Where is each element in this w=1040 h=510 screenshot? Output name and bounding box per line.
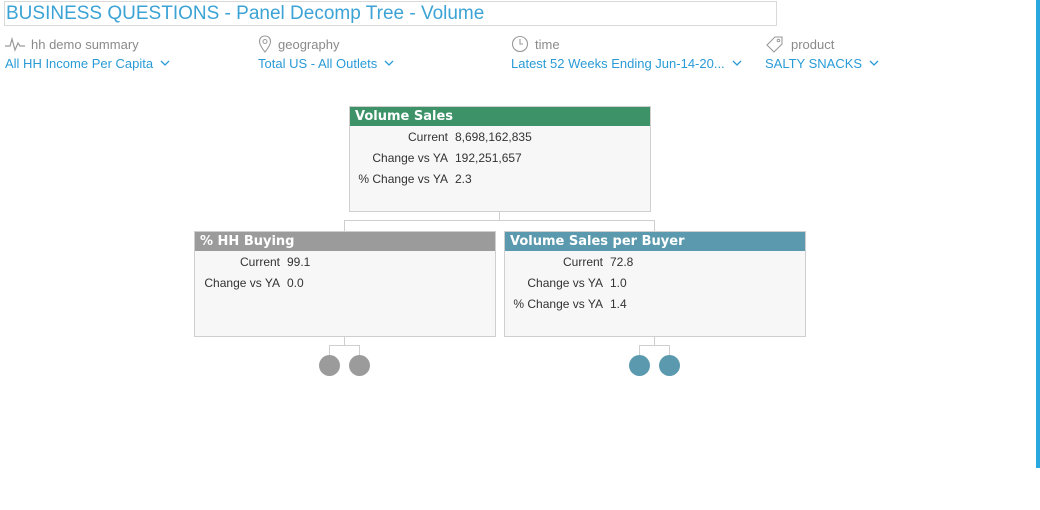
product-dropdown[interactable]: SALTY SNACKS (765, 54, 879, 72)
metric-value: 2.3 (455, 171, 472, 186)
geography-dropdown[interactable]: Total US - All Outlets (258, 54, 394, 72)
metric-label: Change vs YA (527, 275, 603, 290)
metric-label: % Change vs YA (513, 296, 603, 311)
chevron-down-icon (732, 60, 742, 66)
filter-value: All HH Income Per Capita (5, 55, 154, 71)
node-title: Volume Sales (350, 107, 650, 126)
metric-row: Change vs YA 192,251,657 (350, 147, 650, 168)
metric-value: 99.1 (287, 254, 311, 269)
metric-label: Current (239, 254, 280, 269)
filter-hh-demo[interactable]: hh demo summary All HH Income Per Capita (5, 34, 170, 72)
node-title: Volume Sales per Buyer (505, 232, 805, 251)
filter-value: Latest 52 Weeks Ending Jun-14-20... (511, 55, 725, 71)
filter-geography[interactable]: geography Total US - All Outlets (258, 34, 394, 72)
filter-label: geography (278, 36, 340, 52)
metric-label: Change vs YA (372, 150, 448, 165)
connector-left-children-h (329, 345, 360, 346)
hh-demo-dropdown[interactable]: All HH Income Per Capita (5, 54, 170, 72)
tree-node-hh-buying[interactable]: % HH Buying Current 99.1 Change vs YA 0.… (194, 231, 496, 337)
metric-value: 1.4 (610, 296, 627, 311)
tree-node-volume-sales[interactable]: Volume Sales Current 8,698,162,835 Chang… (349, 106, 651, 212)
filter-value: Total US - All Outlets (258, 55, 378, 71)
metric-row: Current 8,698,162,835 (350, 126, 650, 147)
metric-row: % Change vs YA 1.4 (505, 293, 805, 314)
chevron-down-icon (384, 60, 394, 66)
connector-right-down (654, 220, 655, 231)
metric-row: % Change vs YA 2.3 (350, 168, 650, 189)
connector-left-child-a (329, 345, 330, 355)
filter-label: time (535, 36, 560, 52)
connector-right-child-a (639, 345, 640, 355)
metric-value: 192,251,657 (455, 150, 522, 165)
connector-horizontal (344, 220, 655, 221)
metric-label: Current (407, 129, 448, 144)
expand-node-button[interactable] (319, 355, 340, 376)
tree-node-volume-per-buyer[interactable]: Volume Sales per Buyer Current 72.8 Chan… (504, 231, 806, 337)
metric-row: Change vs YA 0.0 (195, 272, 495, 293)
page-title[interactable]: BUSINESS QUESTIONS - Panel Decomp Tree -… (4, 1, 777, 26)
metric-value: 72.8 (610, 254, 634, 269)
filter-value: SALTY SNACKS (765, 55, 863, 71)
chevron-down-icon (160, 60, 170, 66)
location-pin-icon (258, 35, 272, 53)
chevron-down-icon (869, 60, 879, 66)
metric-value: 1.0 (610, 275, 627, 290)
filter-label: product (791, 36, 835, 52)
connector-right-children-h (639, 345, 670, 346)
connector-left-child-b (359, 345, 360, 355)
metric-row: Change vs YA 1.0 (505, 272, 805, 293)
node-title: % HH Buying (195, 232, 495, 251)
filter-time[interactable]: time Latest 52 Weeks Ending Jun-14-20... (511, 34, 742, 72)
metric-row: Current 99.1 (195, 251, 495, 272)
metric-row: Current 72.8 (505, 251, 805, 272)
tag-icon (766, 36, 783, 53)
connector-root-down (499, 211, 500, 220)
connector-right-children (654, 336, 655, 345)
connector-left-down (344, 220, 345, 231)
metric-label: % Change vs YA (358, 171, 448, 186)
time-dropdown[interactable]: Latest 52 Weeks Ending Jun-14-20... (511, 54, 742, 72)
metric-value: 0.0 (287, 275, 304, 290)
metric-label: Change vs YA (204, 275, 280, 290)
clock-icon (511, 35, 529, 53)
expand-node-button[interactable] (629, 355, 650, 376)
pulse-icon (5, 36, 25, 52)
metric-value: 8,698,162,835 (455, 129, 532, 144)
right-edge-bar (1036, 0, 1040, 468)
filter-product[interactable]: product SALTY SNACKS (765, 34, 879, 72)
filter-label: hh demo summary (31, 36, 139, 52)
expand-node-button[interactable] (659, 355, 680, 376)
connector-left-children (344, 336, 345, 345)
connector-right-child-b (669, 345, 670, 355)
metric-label: Current (562, 254, 603, 269)
expand-node-button[interactable] (349, 355, 370, 376)
